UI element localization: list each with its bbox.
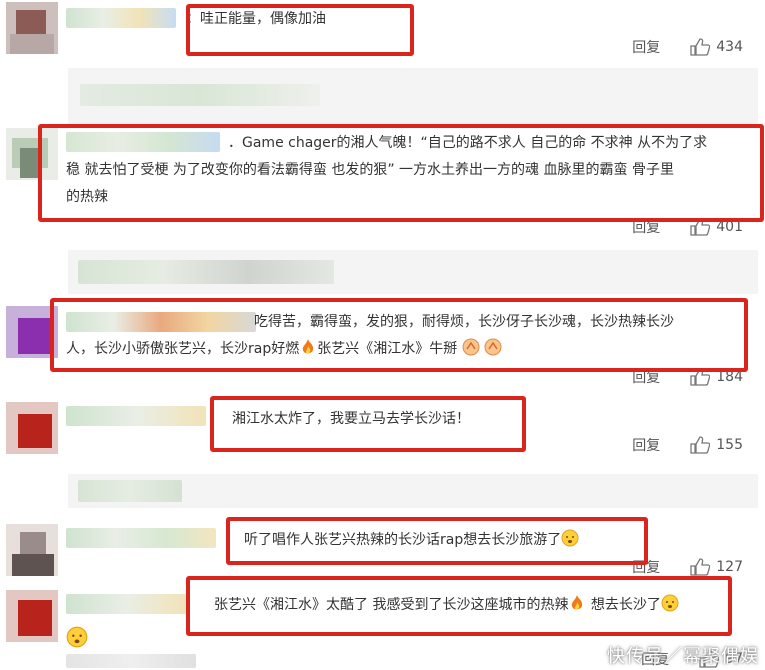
thumbs-up-icon[interactable]	[690, 218, 711, 236]
username-blurred[interactable]	[66, 594, 186, 614]
comment-text: 湘江水太炸了，我要立马去学长沙话！	[232, 411, 470, 427]
like-count: 127	[716, 559, 743, 575]
comment-text: 听了唱作人张艺兴热辣的长沙话rap想去长沙旅游了	[244, 527, 579, 554]
fire-emoji-icon	[572, 595, 583, 610]
avatar[interactable]	[6, 524, 58, 576]
comment-actions: 回复 434	[632, 36, 743, 58]
thumbs-up-icon[interactable]	[690, 558, 711, 576]
like-count: 401	[716, 219, 743, 235]
comment-actions: 回复 401	[632, 216, 743, 238]
reply-text-blurred	[78, 480, 182, 502]
avatar[interactable]	[6, 590, 58, 642]
reply-button[interactable]: 回复	[632, 435, 660, 455]
thumbs-up-icon[interactable]	[690, 368, 711, 386]
shy-face-emoji-icon	[561, 529, 579, 547]
like-count: 184	[716, 369, 743, 385]
reply-button[interactable]: 回复	[632, 37, 660, 57]
shy-face-emoji-icon	[661, 594, 679, 612]
clapping-hands-emoji-icon	[462, 338, 480, 356]
reply-text-blurred	[78, 260, 334, 284]
comment-text-part: 人，长沙小骄傲张艺兴，长沙rap好燃	[66, 341, 300, 357]
comment-text: ：哇正能量，偶像加油	[186, 11, 326, 27]
timestamp-blurred	[66, 654, 196, 668]
shy-face-emoji-icon	[66, 626, 88, 648]
reply-button[interactable]: 回复	[632, 217, 660, 237]
username-blurred[interactable]	[66, 8, 176, 28]
reply-button[interactable]: 回复	[632, 557, 660, 577]
clapping-hands-emoji-icon	[484, 338, 502, 356]
avatar[interactable]	[6, 402, 58, 454]
comment-text-part: 张艺兴《湘江水》太酷了 我感受到了长沙这座城市的热辣	[214, 597, 569, 613]
watermark: 快传号／幂聚偶娱	[607, 646, 759, 667]
comment-line: ．Game chager的湘人气魄！“自己的路不求人 自己的命 不求神 从不为了…	[228, 135, 708, 151]
comment-text-part: 想去长沙了	[590, 597, 661, 613]
comment-line: 稳 就去怕了受梗 为了改变你的看法霸得蛮 也发的狠” 一方水土养出一方的魂 血脉…	[66, 162, 674, 178]
reply-text-blurred	[80, 84, 320, 106]
comment-line: 吃得苦，霸得蛮，发的狠，耐得烦，长沙伢子长沙魂，长沙热辣长沙	[254, 314, 674, 330]
like-count: 155	[716, 437, 743, 453]
avatar[interactable]	[6, 2, 58, 54]
fire-emoji-icon	[303, 339, 314, 354]
comment-text: ．Game chager的湘人气魄！“自己的路不求人 自己的命 不求神 从不为了…	[66, 130, 746, 211]
comment-actions: 回复 184	[632, 366, 743, 388]
thumbs-up-icon[interactable]	[690, 38, 711, 56]
like-count: 434	[716, 39, 743, 55]
reply-button[interactable]: 回复	[632, 367, 660, 387]
thumbs-up-icon[interactable]	[690, 436, 711, 454]
comment-line: 的热辣	[66, 189, 108, 205]
comment-text: 张艺兴《湘江水》太酷了 我感受到了长沙这座城市的热辣 想去长沙了	[214, 592, 744, 619]
comment-actions: 回复 155	[632, 434, 743, 456]
comment-text-part: 听了唱作人张艺兴热辣的长沙话rap想去长沙旅游了	[244, 532, 562, 548]
avatar[interactable]	[6, 306, 58, 358]
comment-text: 吃得苦，霸得蛮，发的狠，耐得烦，长沙伢子长沙魂，长沙热辣长沙 人，长沙小骄傲张艺…	[66, 309, 746, 363]
username-blurred[interactable]	[66, 528, 216, 548]
comment-line: 人，长沙小骄傲张艺兴，长沙rap好燃 张艺兴《湘江水》牛掰	[66, 336, 746, 363]
username-blurred[interactable]	[66, 406, 206, 426]
comment-actions: 回复 127	[632, 556, 743, 578]
avatar[interactable]	[6, 128, 58, 180]
comment-text-part: 张艺兴《湘江水》牛掰	[317, 341, 458, 357]
